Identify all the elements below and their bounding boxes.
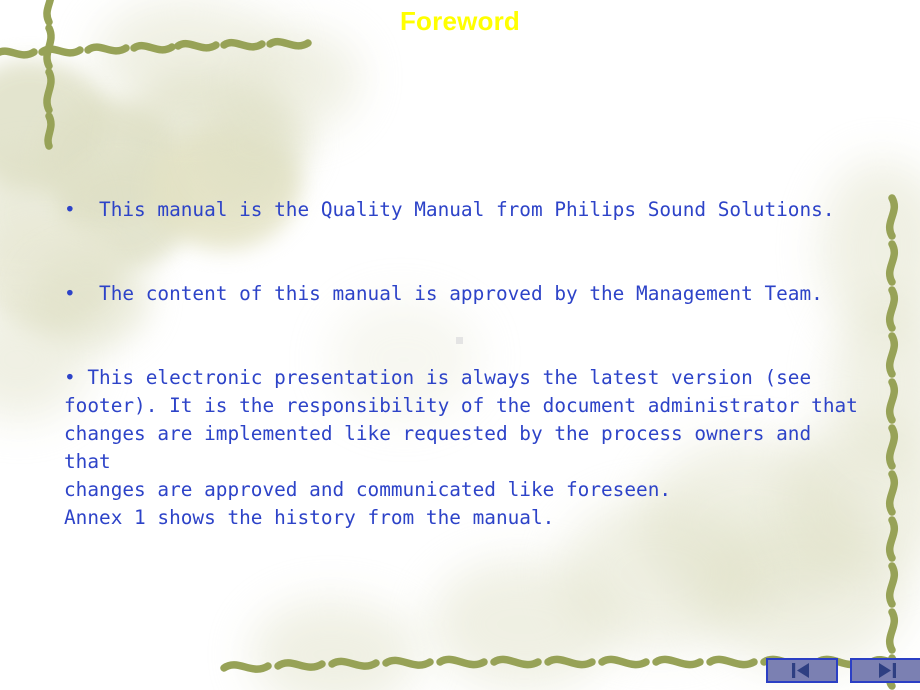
bullet-item: • This manual is the Quality Manual from… [64, 198, 835, 221]
previous-slide-icon [789, 662, 815, 679]
leaf-blob [0, 60, 110, 190]
navigation-buttons [766, 658, 920, 683]
bullet-item: • This electronic presentation is always… [64, 366, 858, 529]
bullet-item: • The content of this manual is approved… [64, 282, 823, 305]
slide-body: • This manual is the Quality Manual from… [64, 196, 864, 532]
vine-top-left-horizontal [0, 41, 176, 59]
slide-canvas: Foreword • This manual is the Quality Ma… [0, 0, 920, 690]
next-slide-button[interactable] [850, 658, 920, 683]
next-slide-icon [873, 662, 899, 679]
dust-artifact [456, 337, 463, 344]
leaf-blob [200, 95, 310, 195]
leaf-blob [250, 600, 420, 690]
vine-right-vertical [886, 194, 898, 690]
previous-slide-button[interactable] [766, 658, 838, 683]
leaf-blob [700, 520, 910, 670]
leaf-blob [430, 560, 620, 690]
bullet-spacer [64, 308, 864, 364]
bullet-spacer [64, 224, 864, 280]
leaf-blob [240, 30, 360, 130]
slide-title: Foreword [399, 6, 521, 36]
